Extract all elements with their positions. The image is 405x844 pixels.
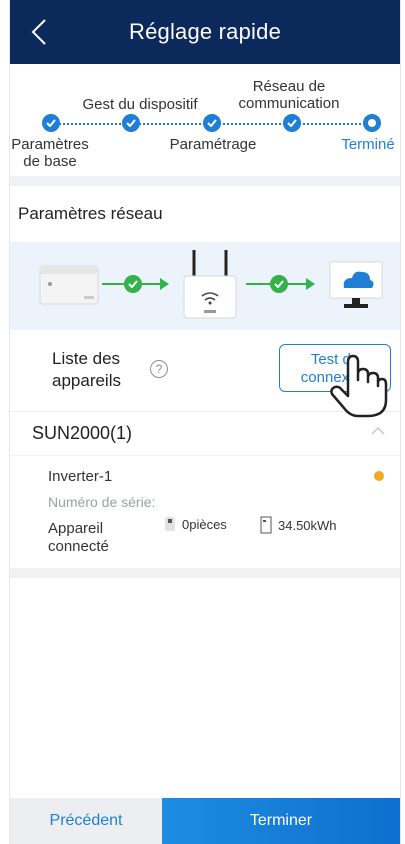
page-title: Réglage rapide [128,19,282,44]
step-label-network: Réseau de communication [238,78,340,112]
previous-button[interactable]: Précédent [10,798,162,844]
meter-icon [260,516,272,534]
serial-label: Numéro de série: [48,494,156,510]
divider-band [10,176,400,186]
network-title: Paramètres réseau [18,204,163,223]
link-1-arrow-icon [160,278,169,290]
device-group-header[interactable]: SUN2000(1) [10,412,400,456]
help-circle-icon[interactable]: ? [150,360,168,378]
step-3-check-icon [203,114,221,132]
device-list-label: Liste des appareils [52,348,121,392]
step-label-device: Gest du dispositif [82,96,198,113]
finish-button[interactable]: Terminer [162,798,400,844]
step-label-done: Terminé [341,136,395,153]
link-2-check-icon [270,275,288,293]
connected-device-label: Appareil connecté [48,520,109,556]
connected-label-line2: connecté [48,538,109,555]
device-icon [165,517,175,531]
header-bar: Réglage rapide [10,0,400,64]
step-1-check-icon [42,114,60,132]
back-button[interactable] [24,14,54,50]
progress-stepper: Paramètres de base Gest du dispositif Pa… [10,64,400,176]
network-diagram [10,242,400,330]
step-5-current-icon [363,114,381,132]
status-dot [374,471,384,481]
link-1-check-icon [124,275,142,293]
step-2-check-icon [122,114,140,132]
connected-label-line1: Appareil [48,520,104,537]
inverter-card[interactable]: Inverter-1 Numéro de série: Appareil con… [10,456,400,568]
chevron-left-icon [31,19,46,45]
cloud-monitor-icon [326,258,386,319]
chevron-up-icon[interactable] [370,426,386,436]
inverter-icon [38,260,100,315]
pieces-value: 0pièces [182,516,227,532]
divider-band-2 [10,568,400,578]
step-label-base: Paramètres de base [11,136,89,170]
pieces-count: 0pièces [164,516,227,532]
energy-value: 34.50kWh [278,517,337,533]
energy-value-group: 34.50kWh [260,516,337,534]
group-name: SUN2000(1) [32,423,133,443]
device-list-label-line2: appareils [52,371,121,390]
device-list-label-line1: Liste des [52,349,121,368]
router-icon [180,246,240,331]
footer-bar: Précédent Terminer [10,798,400,844]
step-4-check-icon [283,114,301,132]
app-screen: Réglage rapide Paramètres de base Gest d… [9,0,401,844]
link-2-arrow-icon [306,278,315,290]
step-label-settings: Paramétrage [169,136,257,153]
inverter-name: Inverter-1 [48,468,113,485]
device-list-row: Liste des appareils ? Test de connexion [10,330,400,418]
